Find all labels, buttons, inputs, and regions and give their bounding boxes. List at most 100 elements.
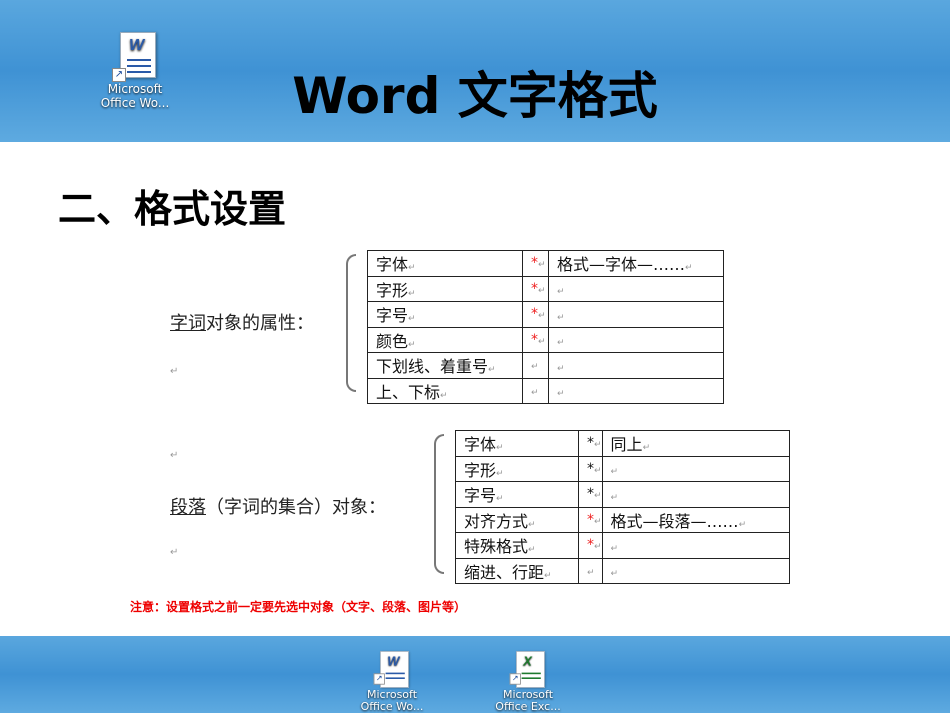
menu-path: 同上↵: [601, 430, 791, 457]
table-row: 上、下标↵ ↵ ↵: [367, 377, 724, 404]
attribute-name-text: 上、下标: [376, 382, 441, 402]
return-mark: ↵: [488, 365, 496, 376]
attribute-name: 字形↵: [455, 455, 579, 482]
star-text: *: [531, 255, 538, 272]
return-mark: ↵: [685, 263, 693, 274]
return-mark: ↵: [610, 543, 619, 554]
attribute-name-text: 字号: [376, 306, 409, 326]
table-row: 对齐方式↵ *↵ 格式—段落—……↵: [455, 506, 791, 533]
importance-star: ↵: [522, 352, 549, 379]
star-text: *: [587, 537, 594, 554]
return-mark: ↵: [557, 363, 565, 374]
section2-label: 段落（字词的集合）对象：: [170, 497, 386, 518]
note-text: 注意：设置格式之前一定要先选中对象（文字、段落、图片等）: [130, 600, 467, 614]
return-mark: ↵: [538, 311, 546, 322]
importance-star: ↵: [522, 377, 549, 404]
return-mark: ↵: [642, 443, 651, 454]
star-text: *: [587, 486, 594, 503]
star-text: *: [531, 280, 538, 297]
return-mark: ↵: [496, 468, 504, 479]
attribute-name-text: 字体: [464, 435, 497, 455]
taskbar-band: [0, 636, 950, 713]
attribute-name: 上、下标↵: [367, 377, 523, 404]
return-mark: ↵: [538, 336, 546, 347]
return-mark: ↵: [528, 519, 536, 530]
return-mark: ↵: [594, 516, 602, 527]
return-mark: ↵: [170, 547, 179, 558]
excel-icon: X ↗: [509, 649, 547, 688]
return-mark: ↵: [738, 519, 747, 530]
menu-path: ↵: [601, 455, 791, 482]
attribute-name-text: 字形: [464, 460, 497, 480]
attribute-name-text: 字体: [376, 255, 409, 275]
icon-label: Office Exc...: [495, 700, 561, 713]
star-text: *: [587, 435, 594, 452]
return-mark: ↵: [594, 440, 602, 451]
brace: [346, 254, 356, 392]
attribute-name: 下划线、着重号↵: [367, 352, 523, 379]
icon-label: Office Wo...: [360, 700, 424, 713]
star-text: *: [531, 306, 538, 323]
star-text: *: [587, 460, 594, 477]
attribute-name: 字体↵: [367, 250, 523, 277]
return-mark: ↵: [408, 288, 416, 299]
menu-path: ↵: [548, 352, 724, 379]
return-mark: ↵: [528, 545, 536, 556]
importance-star: *↵: [578, 455, 603, 482]
return-mark: ↵: [408, 339, 416, 350]
attribute-name-text: 字号: [464, 486, 497, 506]
return-mark: ↵: [594, 465, 602, 476]
return-mark: ↵: [531, 387, 539, 398]
table-row: 特殊格式↵ *↵ ↵: [455, 532, 791, 559]
menu-path: ↵: [548, 275, 724, 302]
attribute-name: 字号↵: [367, 301, 523, 328]
attribute-name-text: 字形: [376, 280, 409, 300]
return-mark: ↵: [496, 443, 504, 454]
return-mark: ↵: [170, 450, 179, 461]
return-mark: ↵: [408, 263, 416, 274]
return-mark: ↵: [496, 494, 504, 505]
return-mark: ↵: [557, 287, 565, 298]
return-mark: ↵: [594, 542, 602, 553]
return-mark: ↵: [170, 366, 179, 377]
section1-label: 字词对象的属性：: [170, 313, 314, 334]
table-row: 颜色↵ *↵ ↵: [367, 326, 724, 353]
return-mark: ↵: [538, 285, 546, 296]
attribute-table-1: 字体↵ *↵ 格式—字体—……↵ 字形↵ *↵ ↵ 字号↵ *↵ ↵ 颜色↵ *↵ ↵ 下划线、着重号↵…: [367, 250, 724, 404]
return-mark: ↵: [587, 567, 595, 578]
menu-path: ↵: [601, 481, 791, 508]
menu-path: ↵: [548, 377, 724, 404]
attribute-name-text: 缩进、行距: [464, 562, 545, 582]
table-row: 字体↵ *↵ 格式—字体—……↵: [367, 250, 724, 277]
attribute-name: 字号↵: [455, 481, 579, 508]
return-mark: ↵: [531, 362, 539, 373]
attribute-name-text: 下划线、着重号: [376, 357, 489, 377]
table-row: 字形↵ *↵ ↵: [367, 275, 724, 302]
star-text: *: [587, 511, 594, 528]
return-mark: ↵: [408, 314, 416, 325]
importance-star: ↵: [578, 557, 603, 584]
importance-star: *↵: [522, 250, 549, 277]
return-mark: ↵: [557, 338, 565, 349]
importance-star: *↵: [522, 326, 549, 353]
importance-star: *↵: [522, 275, 549, 302]
menu-path: 格式—字体—……↵: [548, 250, 724, 277]
taskbar-icon-word[interactable]: W ↗ Microsoft Office Wo...: [352, 645, 432, 713]
importance-star: *↵: [578, 532, 603, 559]
return-mark: ↵: [557, 389, 565, 400]
menu-path: ↵: [548, 301, 724, 328]
table-row: 字体↵ *↵ 同上↵: [455, 430, 791, 457]
importance-star: *↵: [578, 506, 603, 533]
return-mark: ↵: [544, 570, 552, 581]
menu-path-text: 格式—字体—……: [557, 255, 686, 275]
table-row: 字号↵ *↵ ↵: [367, 301, 724, 328]
word-icon: W ↗: [373, 649, 411, 688]
importance-star: *↵: [578, 481, 603, 508]
star-text: *: [531, 331, 538, 348]
taskbar-icon-excel[interactable]: X ↗ Microsoft Office Exc...: [488, 645, 568, 713]
importance-star: *↵: [578, 430, 603, 457]
attribute-name: 颜色↵: [367, 326, 523, 353]
table-row: 字号↵ *↵ ↵: [455, 481, 791, 508]
attribute-name-text: 颜色: [376, 331, 409, 351]
return-mark: ↵: [594, 491, 602, 502]
